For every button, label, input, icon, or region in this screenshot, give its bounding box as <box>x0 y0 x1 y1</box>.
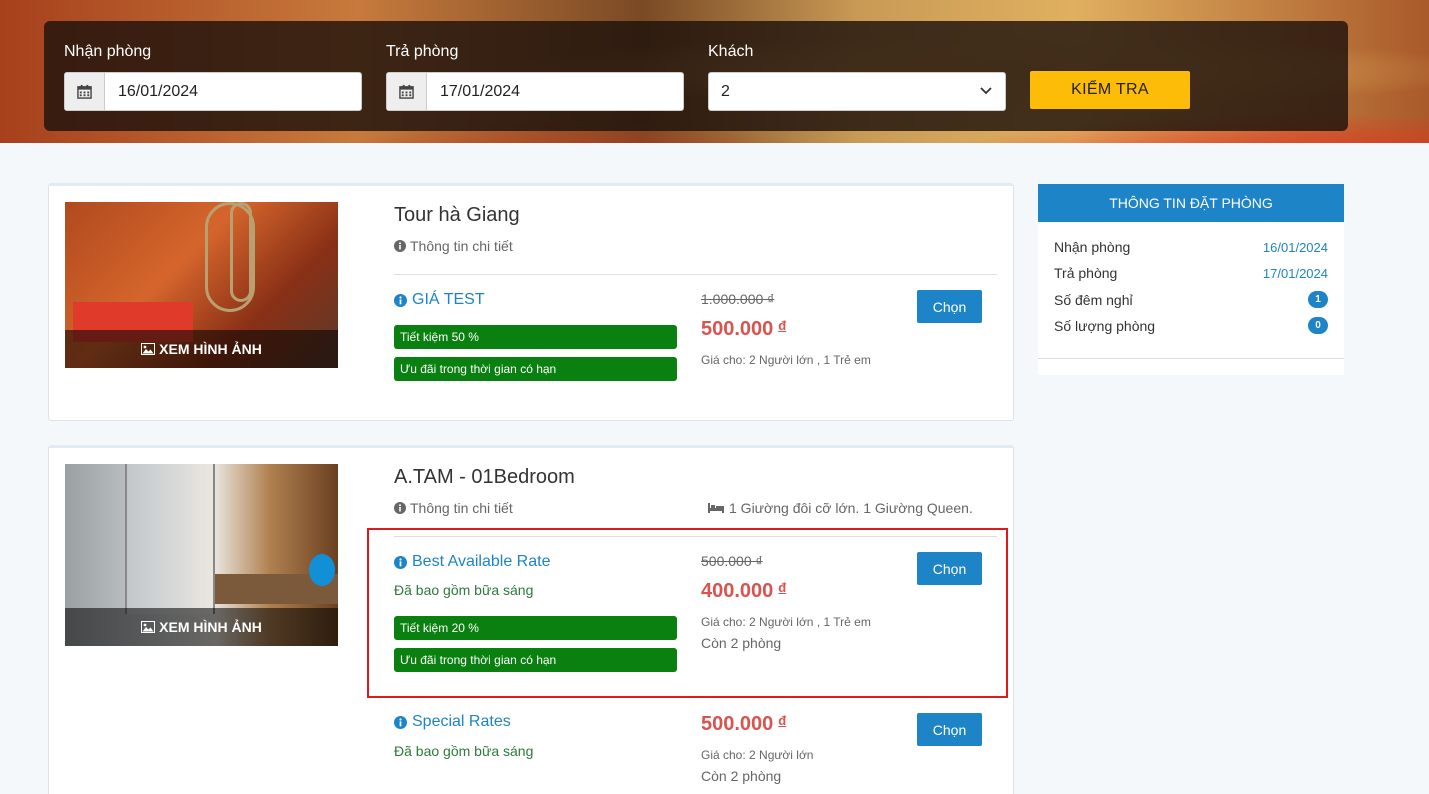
info-icon <box>394 240 406 252</box>
room-card: XEM HÌNH ẢNH Tour hà Giang Thông tin chi… <box>48 183 1014 421</box>
bed-icon <box>708 503 724 513</box>
view-photos-overlay[interactable]: XEM HÌNH ẢNH <box>65 608 338 646</box>
room-title: Tour hà Giang <box>394 204 520 226</box>
current-price-value: 500.000 <box>701 318 774 340</box>
summary-checkin-value: 16/01/2024 <box>1262 239 1328 255</box>
price-occupancy: Giá cho: 2 Người lớn , 1 Trẻ em <box>701 353 871 367</box>
summary-rooms-label: Số lượng phòng <box>1054 317 1156 334</box>
chevron-down-icon <box>979 83 993 101</box>
rooms-count-badge: 0 <box>1308 317 1328 334</box>
checkin-label: Nhận phòng <box>64 43 152 60</box>
currency-symbol: đ <box>778 713 787 728</box>
summary-rooms-row: Số lượng phòng 0 <box>1054 317 1328 334</box>
room-title: A.TAM - 01Bedroom <box>394 466 575 488</box>
divider <box>1038 358 1344 359</box>
room-photo-shower <box>125 464 215 614</box>
discount-badge: Tiết kiệm 50 % <box>394 325 677 349</box>
room-photo[interactable]: XEM HÌNH ẢNH <box>65 202 338 368</box>
summary-checkout-label: Trả phòng <box>1054 265 1118 281</box>
checkout-value: 17/01/2024 <box>440 82 521 100</box>
rate-name-label: Special Rates <box>412 713 511 730</box>
calendar-icon <box>387 73 427 110</box>
view-photos-label: XEM HÌNH ẢNH <box>159 341 262 357</box>
room-details-link[interactable]: Thông tin chi tiết <box>394 238 513 254</box>
view-photos-overlay[interactable]: XEM HÌNH ẢNH <box>65 330 338 368</box>
room-photo-lamp <box>230 202 252 302</box>
highlight-box <box>367 528 1008 698</box>
nights-count-badge: 1 <box>1308 291 1328 308</box>
divider <box>394 274 997 275</box>
original-price: 1.000.000 ₫ <box>701 291 775 307</box>
current-price: 500.000 đ <box>701 318 786 341</box>
booking-summary-title: THÔNG TIN ĐẶT PHÒNG <box>1038 184 1344 222</box>
current-price-value: 500.000 <box>701 713 774 735</box>
info-icon <box>394 502 406 514</box>
summary-checkout-row: Trả phòng 17/01/2024 <box>1054 265 1328 281</box>
info-icon <box>394 293 407 307</box>
check-availability-button[interactable]: KIỂM TRA <box>1030 71 1190 109</box>
guests-select[interactable]: 2 <box>708 72 1006 111</box>
summary-nights-label: Số đêm nghỉ <box>1054 291 1133 308</box>
rate-name-label: GIÁ TEST <box>412 291 485 308</box>
choose-rate-button[interactable]: Chọn <box>917 290 982 323</box>
rooms-remaining: Còn 2 phòng <box>701 768 782 784</box>
checkout-input[interactable]: 17/01/2024 <box>386 72 684 111</box>
checkin-input[interactable]: 16/01/2024 <box>64 72 362 111</box>
guests-label: Khách <box>708 43 754 60</box>
breakfast-included: Đã bao gồm bữa sáng <box>394 743 534 759</box>
price-occupancy: Giá cho: 2 Người lớn <box>701 748 814 762</box>
checkout-label: Trả phòng <box>386 43 459 60</box>
calendar-icon <box>65 73 105 110</box>
current-price: 500.000 đ <box>701 713 786 736</box>
rate-name-link[interactable]: Special Rates <box>394 713 511 731</box>
hero-banner: Nhận phòng 16/01/2024 Trả phòng 17/01/20… <box>0 0 1429 143</box>
room-photo[interactable]: XEM HÌNH ẢNH <box>65 464 338 646</box>
room-details-label: Thông tin chi tiết <box>410 500 513 516</box>
currency-symbol: đ <box>778 318 787 333</box>
room-photo-vase <box>309 554 335 586</box>
rate-name-link[interactable]: GIÁ TEST <box>394 291 485 309</box>
summary-nights-row: Số đêm nghỉ 1 <box>1054 291 1328 308</box>
choose-rate-button[interactable]: Chọn <box>917 713 982 746</box>
room-details-label: Thông tin chi tiết <box>410 238 513 254</box>
bed-info-label: 1 Giường đôi cỡ lớn. 1 Giường Queen. <box>729 500 973 516</box>
search-form: Nhận phòng 16/01/2024 Trả phòng 17/01/20… <box>44 21 1348 131</box>
limited-offer-badge: Ưu đãi trong thời gian có hạn <box>394 357 677 381</box>
view-photos-label: XEM HÌNH ẢNH <box>159 619 262 635</box>
info-icon <box>394 715 407 729</box>
bed-info: 1 Giường đôi cỡ lớn. 1 Giường Queen. <box>708 500 973 516</box>
image-icon <box>141 621 156 633</box>
summary-checkin-row: Nhận phòng 16/01/2024 <box>1054 239 1328 255</box>
room-details-link[interactable]: Thông tin chi tiết <box>394 500 513 516</box>
booking-summary: THÔNG TIN ĐẶT PHÒNG Nhận phòng 16/01/202… <box>1038 184 1344 375</box>
guests-value: 2 <box>721 82 730 100</box>
summary-checkin-label: Nhận phòng <box>1054 239 1131 255</box>
summary-checkout-value: 17/01/2024 <box>1262 265 1328 281</box>
checkin-value: 16/01/2024 <box>118 82 199 100</box>
image-icon <box>141 343 156 355</box>
